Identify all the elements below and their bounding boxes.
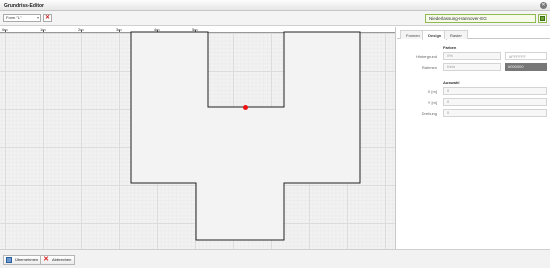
bottom-bar: Übernehmen ✕ Abbrechen bbox=[0, 249, 550, 268]
rotation-field[interactable]: 0 bbox=[443, 109, 547, 117]
chevron-down-icon: ▾ bbox=[36, 15, 39, 20]
selection-heading: Auswahl bbox=[443, 80, 460, 85]
frame-color-swatch[interactable]: #000000 bbox=[505, 63, 547, 71]
cancel-button[interactable]: ✕ Abbrechen bbox=[40, 255, 76, 265]
y-label: Y [m] bbox=[427, 100, 437, 105]
x-label: X [m] bbox=[427, 89, 437, 94]
window-title: Grundriss-Editor bbox=[4, 3, 45, 9]
frame-label: Rahmen bbox=[421, 65, 437, 70]
panel-tabs: Formen Design Raster bbox=[397, 30, 550, 40]
disk-icon bbox=[540, 16, 545, 21]
cancel-label: Abbrechen bbox=[52, 257, 72, 262]
tab-raster[interactable]: Raster bbox=[444, 30, 468, 39]
rotation-label: Drehung bbox=[421, 111, 437, 116]
y-field[interactable]: 0 bbox=[443, 98, 547, 106]
background-opacity-field[interactable]: 0% bbox=[443, 52, 501, 60]
shape-select-value: Form "L" bbox=[6, 15, 22, 20]
shape-select[interactable]: Form "L" ▾ bbox=[3, 14, 41, 22]
disk-icon bbox=[6, 257, 12, 263]
apply-label: Übernehmen bbox=[15, 257, 39, 262]
window-titlebar: Grundriss-Editor ✕ bbox=[0, 0, 550, 11]
apply-button[interactable]: Übernehmen bbox=[3, 255, 43, 265]
location-field[interactable]: Niederlassung-Hannover-EG bbox=[425, 14, 536, 23]
background-color-swatch[interactable]: #FFFFFF bbox=[505, 52, 547, 60]
save-location-button[interactable] bbox=[538, 14, 547, 23]
floorplan-canvas[interactable]: 0m 1m 2m 3m 4m 5m bbox=[0, 27, 396, 249]
close-icon: ✕ bbox=[44, 15, 51, 21]
close-icon: ✕ bbox=[43, 256, 49, 263]
close-icon[interactable]: ✕ bbox=[540, 2, 547, 9]
room-outline[interactable] bbox=[130, 31, 361, 241]
floorplan-shape[interactable] bbox=[0, 27, 396, 249]
properties-panel: Formen Design Raster Farben Hintergrund … bbox=[397, 27, 550, 249]
background-label: Hintergrund bbox=[416, 54, 437, 59]
anchor-handle[interactable] bbox=[243, 105, 248, 110]
x-field[interactable]: 0 bbox=[443, 87, 547, 95]
colors-heading: Farben bbox=[443, 45, 457, 50]
delete-shape-button[interactable]: ✕ bbox=[43, 14, 52, 22]
frame-field[interactable]: Kein bbox=[443, 63, 501, 71]
